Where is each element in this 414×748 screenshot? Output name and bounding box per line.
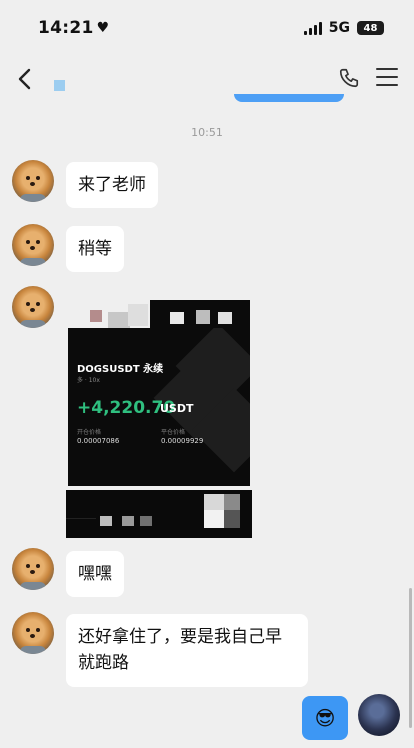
signal-icon <box>303 21 322 35</box>
pixelated-region <box>90 310 102 322</box>
status-indicators: 5G 48 <box>303 20 384 36</box>
status-time-group: 14:21 ♥ <box>38 18 109 38</box>
message-bubble[interactable]: 来了老师 <box>66 162 158 209</box>
message-bubble[interactable]: 还好拿住了，要是我自己早 就跑路 <box>66 614 308 687</box>
contact-avatar[interactable] <box>12 286 54 328</box>
pixelated-region <box>108 312 130 328</box>
message-text-line: 还好拿住了，要是我自己早 <box>78 627 282 647</box>
pixelated-region <box>224 510 240 528</box>
pixelated-region <box>204 494 224 510</box>
scrollbar[interactable] <box>409 588 412 728</box>
chat-header <box>0 56 414 102</box>
pixelated-region <box>196 310 210 324</box>
message-text-line: 就跑路 <box>78 653 129 674</box>
status-bar: 14:21 ♥ 5G 48 <box>0 0 414 56</box>
exit-price-value: 0.00009929 <box>161 437 204 445</box>
contact-avatar[interactable] <box>12 612 54 654</box>
trade-direction: 多 · 10x <box>77 377 100 384</box>
pixelated-region <box>140 516 152 526</box>
contact-mini-avatar <box>54 80 65 91</box>
phone-button[interactable] <box>338 67 360 91</box>
message-bubble[interactable]: 嘿嘿 <box>66 551 124 598</box>
pixelated-region <box>122 516 134 526</box>
phone-icon <box>339 68 359 88</box>
pixelated-region <box>218 312 232 324</box>
back-button[interactable] <box>12 66 36 92</box>
sent-emoji-bubble[interactable]: 😎 <box>302 696 348 740</box>
trade-symbol: DOGSUSDT 永续 <box>77 364 164 375</box>
chevron-left-icon <box>18 68 31 90</box>
pixelated-region <box>224 494 240 510</box>
previous-sent-bubble-edge <box>234 94 344 102</box>
chat-timestamp: 10:51 <box>191 126 223 139</box>
contact-avatar[interactable] <box>12 548 54 590</box>
menu-icon <box>376 68 398 86</box>
battery-icon: 48 <box>357 21 384 35</box>
pixelated-region <box>100 516 112 526</box>
contact-avatar[interactable] <box>12 160 54 202</box>
sunglasses-emoji-icon: 😎 <box>314 706 336 730</box>
pixelated-region <box>66 518 96 519</box>
pixelated-region <box>128 304 148 326</box>
status-time: 14:21 <box>38 18 94 38</box>
heart-icon: ♥ <box>96 20 110 36</box>
entry-price-label: 开仓价格 <box>77 429 102 436</box>
menu-button[interactable] <box>376 68 398 90</box>
pixelated-region <box>204 510 224 528</box>
contact-avatar[interactable] <box>12 224 54 266</box>
pixelated-region <box>170 312 184 324</box>
trade-pnl-unit: USDT <box>160 402 194 415</box>
entry-price-value: 0.00007086 <box>77 437 120 445</box>
my-avatar[interactable] <box>358 694 400 736</box>
network-type: 5G <box>328 20 350 36</box>
message-bubble[interactable]: 稍等 <box>66 226 124 273</box>
trade-pnl-card[interactable]: DOGSUSDT 永续 多 · 10x +4,220.70 USDT 开仓价格 … <box>68 328 250 486</box>
exit-price-label: 平仓价格 <box>161 429 186 436</box>
